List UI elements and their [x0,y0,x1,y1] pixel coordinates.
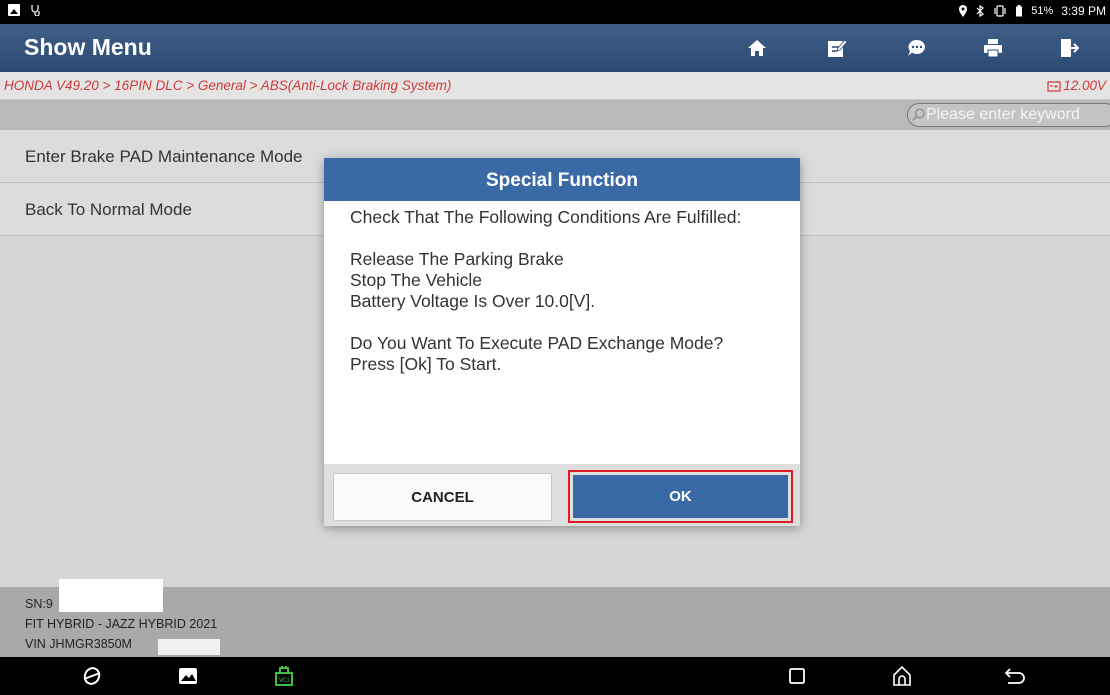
gallery-icon [179,668,197,684]
redaction-mask [59,579,163,612]
vci-button[interactable]: VCI [272,664,296,688]
battery-icon [1016,5,1023,17]
vibrate-icon [994,5,1006,17]
home-nav-icon [893,665,911,686]
back-button[interactable] [1003,664,1027,688]
page-title: Show Menu [24,34,152,60]
exit-icon [1061,39,1079,57]
battery-voltage-icon [1047,80,1061,92]
dialog-title: Special Function [324,158,800,201]
exit-button[interactable] [1036,24,1102,72]
breadcrumb-bar: HONDA V49.20 > 16PIN DLC > General > ABS… [0,72,1110,100]
special-function-dialog: Special Function Check That The Followin… [324,158,800,526]
vehicle-model: FIT HYBRID - JAZZ HYBRID 2021 [25,617,218,631]
gallery-button[interactable] [176,664,200,688]
dialog-line: Check That The Following Conditions Are … [350,207,742,227]
stethoscope-icon [31,5,40,16]
print-icon [984,39,1002,58]
status-bar: 51% 3:39 PM [0,0,1110,24]
dialog-line: Battery Voltage Is Over 10.0[V]. [350,291,596,311]
feedback-button[interactable] [884,24,950,72]
browser-icon [83,667,101,685]
search-input[interactable] [926,106,1110,124]
home-nav-button[interactable] [890,664,914,688]
navigation-bar: VCI [0,657,1110,695]
battery-percent: 51% [1031,5,1054,17]
dialog-line: Release The Parking Brake [350,249,564,269]
title-bar: Show Menu [0,24,1110,72]
print-button[interactable] [960,24,1026,72]
back-icon [1004,668,1025,684]
bluetooth-icon [976,5,985,17]
vin-redaction-mask [158,639,220,655]
dialog-message: Check That The Following Conditions Are … [350,207,780,375]
recents-button[interactable] [785,664,809,688]
voltage-value: 12.00V [1063,78,1106,93]
edit-report-icon [828,39,847,57]
ok-button[interactable]: OK [573,475,788,518]
vci-icon: VCI [275,666,293,686]
voltage-indicator: 12.00V [1047,78,1106,93]
search-box[interactable] [907,103,1110,127]
cancel-button[interactable]: CANCEL [333,473,552,521]
vehicle-info-footer: SN:9 FIT HYBRID - JAZZ HYBRID 2021 VIN J… [0,579,1110,657]
home-button[interactable] [724,24,790,72]
breadcrumb: HONDA V49.20 > 16PIN DLC > General > ABS… [4,78,452,93]
vin-number: VIN JHMGR3850M [25,637,132,651]
recents-icon [789,668,805,684]
dialog-line: Press [Ok] To Start. [350,354,502,374]
dialog-line: Stop The Vehicle [350,270,482,290]
ok-button-highlight: OK [568,470,793,523]
browser-button[interactable] [80,664,104,688]
edit-report-button[interactable] [804,24,870,72]
home-icon [748,40,766,56]
location-icon [959,5,968,17]
dialog-line: Do You Want To Execute PAD Exchange Mode… [350,333,724,353]
search-row [0,100,1110,130]
search-icon [912,108,925,121]
image-icon [8,4,20,16]
svg-text:VCI: VCI [279,677,289,684]
serial-number: SN:9 [25,597,53,611]
feedback-icon [908,39,925,56]
clock: 3:39 PM [1061,4,1106,18]
dialog-footer: CANCEL OK [324,464,800,526]
